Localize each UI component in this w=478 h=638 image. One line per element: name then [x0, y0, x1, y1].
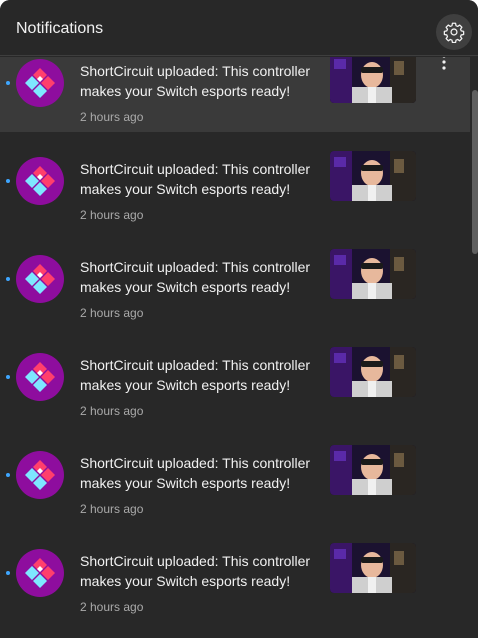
notifications-list[interactable]: ShortCircuit uploaded: This controller m… [0, 57, 470, 638]
channel-avatar[interactable] [16, 353, 64, 401]
notification-text: ShortCircuit uploaded: This controller m… [80, 553, 311, 589]
video-thumbnail[interactable] [330, 347, 416, 397]
channel-avatar[interactable] [16, 549, 64, 597]
channel-avatar[interactable] [16, 255, 64, 303]
shortcircuit-logo-icon [25, 68, 55, 98]
notification-timestamp: 2 hours ago [80, 404, 144, 418]
notification-text: ShortCircuit uploaded: This controller m… [80, 455, 311, 491]
scrollbar-thumb[interactable] [472, 90, 478, 254]
thumbnail-image [330, 347, 416, 397]
panel-title: Notifications [16, 20, 104, 37]
notifications-panel: Notifications ShortCircuit uploaded: Thi… [0, 0, 478, 638]
unread-indicator [6, 473, 10, 477]
thumbnail-image [330, 151, 416, 201]
notification-item[interactable]: ShortCircuit uploaded: This controller m… [0, 328, 470, 426]
shortcircuit-logo-icon [25, 362, 55, 392]
shortcircuit-logo-icon [25, 460, 55, 490]
notification-item[interactable]: ShortCircuit uploaded: This controller m… [0, 57, 470, 132]
video-thumbnail[interactable] [330, 543, 416, 593]
more-vert-icon [442, 57, 446, 70]
notification-text: ShortCircuit uploaded: This controller m… [80, 63, 311, 99]
thumbnail-image [330, 57, 416, 103]
shortcircuit-logo-icon [25, 166, 55, 196]
notifications-header: Notifications [0, 0, 478, 56]
settings-button[interactable] [436, 14, 472, 50]
notification-item[interactable]: ShortCircuit uploaded: This controller m… [0, 230, 470, 328]
unread-indicator [6, 277, 10, 281]
unread-indicator [6, 571, 10, 575]
shortcircuit-logo-icon [25, 558, 55, 588]
thumbnail-image [330, 445, 416, 495]
video-thumbnail[interactable] [330, 445, 416, 495]
notification-item[interactable]: ShortCircuit uploaded: This controller m… [0, 132, 470, 230]
notification-item[interactable]: ShortCircuit uploaded: This controller m… [0, 426, 470, 524]
shortcircuit-logo-icon [25, 264, 55, 294]
notification-item[interactable]: ShortCircuit uploaded: This controller m… [0, 524, 470, 622]
channel-avatar[interactable] [16, 157, 64, 205]
gear-icon [443, 22, 465, 43]
channel-avatar[interactable] [16, 451, 64, 499]
video-thumbnail[interactable] [330, 249, 416, 299]
unread-indicator [6, 375, 10, 379]
notification-timestamp: 2 hours ago [80, 208, 144, 222]
notification-timestamp: 2 hours ago [80, 306, 144, 320]
more-options-button[interactable] [432, 57, 456, 74]
notification-timestamp: 2 hours ago [80, 600, 144, 614]
notification-timestamp: 2 hours ago [80, 110, 144, 124]
thumbnail-image [330, 543, 416, 593]
notification-text: ShortCircuit uploaded: This controller m… [80, 259, 311, 295]
unread-indicator [6, 179, 10, 183]
notification-text: ShortCircuit uploaded: This controller m… [80, 161, 311, 197]
notification-text: ShortCircuit uploaded: This controller m… [80, 357, 311, 393]
video-thumbnail[interactable] [330, 151, 416, 201]
notification-timestamp: 2 hours ago [80, 502, 144, 516]
unread-indicator [6, 81, 10, 85]
video-thumbnail[interactable] [330, 57, 416, 103]
channel-avatar[interactable] [16, 59, 64, 107]
thumbnail-image [330, 249, 416, 299]
